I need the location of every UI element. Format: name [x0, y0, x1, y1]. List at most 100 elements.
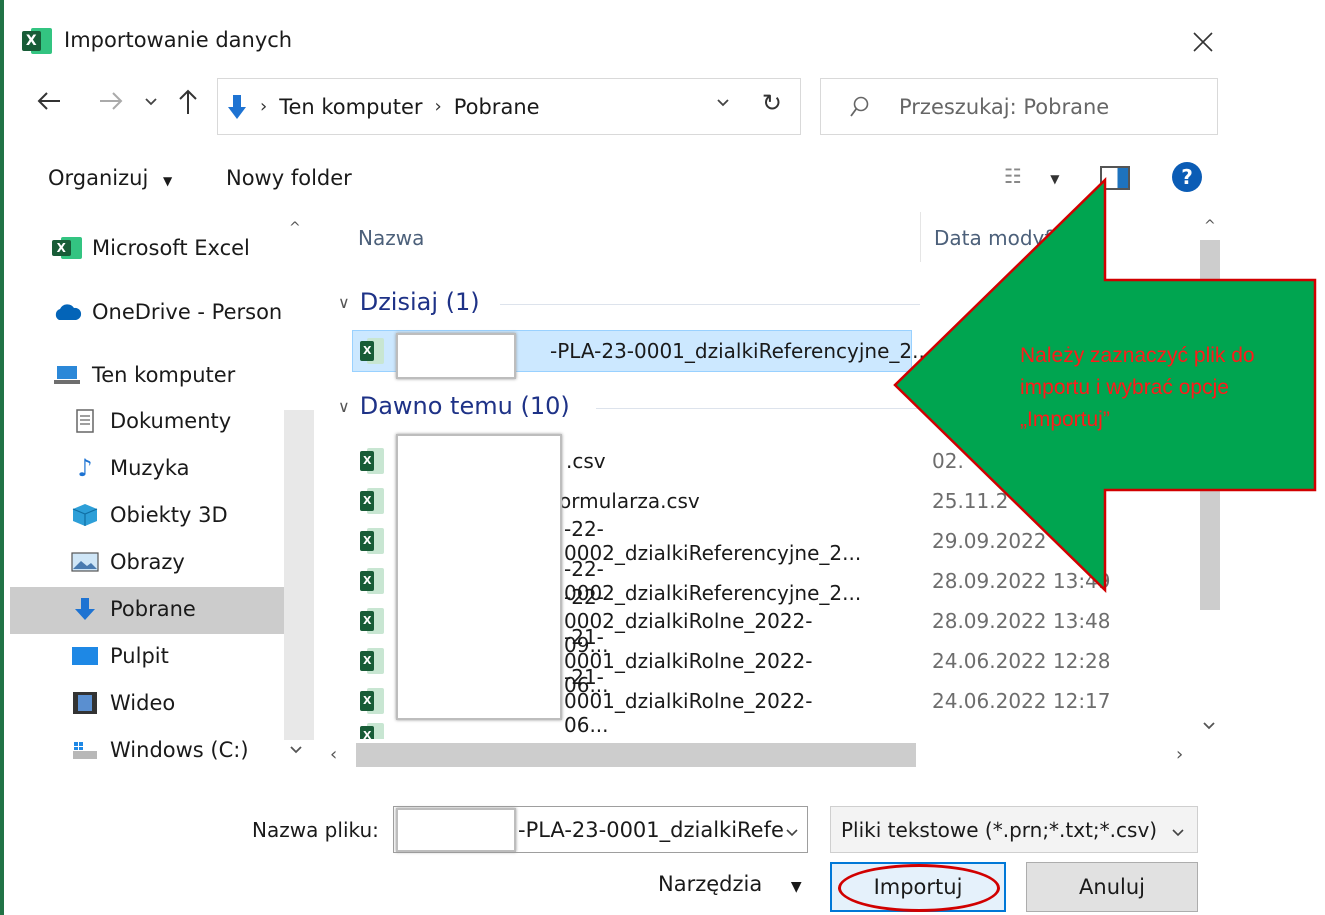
csv-file-icon: X: [360, 338, 384, 364]
group-divider: [500, 304, 920, 305]
file-row[interactable]: X -22-0002_dzialkiReferencyjne_2...: [360, 517, 861, 565]
breadcrumb-item[interactable]: Pobrane: [454, 95, 540, 119]
sidebar-item-label: Microsoft Excel: [92, 236, 250, 260]
organize-button[interactable]: Organizuj ▼: [48, 166, 172, 190]
filetype-value: Pliki tekstowe (*.prn;*.txt;*.csv): [841, 817, 1158, 842]
sidebar-item-downloads[interactable]: Pobrane: [70, 597, 196, 621]
sidebar-item-onedrive[interactable]: OneDrive - Person: [52, 300, 282, 324]
filetype-select[interactable]: Pliki tekstowe (*.prn;*.txt;*.csv): [830, 806, 1198, 853]
csv-file-icon: X: [360, 648, 384, 674]
close-button[interactable]: [1180, 22, 1226, 62]
filename-value: -PLA-23-0001_dzialkiRefe: [518, 817, 784, 842]
csv-file-icon: X: [360, 608, 384, 634]
search-input[interactable]: Przeszukaj: Pobrane: [820, 78, 1218, 135]
scroll-right-icon: ›: [1176, 744, 1184, 765]
address-bar[interactable]: › Ten komputer › Pobrane ↻: [217, 78, 801, 135]
group-header-today[interactable]: ∨ Dzisiaj (1): [338, 288, 480, 316]
sidebar-item-label: Pobrane: [110, 597, 196, 621]
sidebar-item-music[interactable]: ♪ Muzyka: [70, 454, 189, 482]
csv-file-icon: X: [360, 488, 384, 514]
sidebar-item-label: Ten komputer: [92, 363, 236, 387]
csv-file-icon: X: [360, 528, 384, 554]
scroll-up-icon: ^: [289, 220, 301, 236]
sidebar-item-label: Pulpit: [110, 644, 169, 668]
new-folder-button[interactable]: Nowy folder: [226, 166, 352, 190]
file-row-partial[interactable]: X: [360, 721, 1200, 739]
excel-icon: X: [22, 28, 52, 54]
refresh-icon[interactable]: ↻: [762, 89, 782, 117]
window-accent-bar: [0, 0, 4, 915]
sidebar-item-documents[interactable]: Dokumenty: [70, 409, 231, 433]
file-row[interactable]: X -22-0002_dzialkiRolne_2022-09...: [360, 585, 813, 657]
sidebar-scroll-thumb[interactable]: [284, 410, 314, 740]
redaction-box: [396, 808, 516, 852]
up-button[interactable]: [176, 88, 200, 123]
caret-down-icon: ▼: [163, 174, 173, 188]
csv-file-icon: X: [360, 688, 384, 714]
import-button[interactable]: Importuj: [830, 862, 1006, 912]
cube-icon: [70, 503, 100, 527]
csv-file-icon: X: [360, 448, 384, 474]
forward-button[interactable]: [98, 88, 124, 121]
file-name: -PLA-23-0001_dzialkiReferencyjne_2...: [550, 339, 932, 363]
tools-button[interactable]: Narzędzia ▼: [658, 872, 802, 896]
help-button[interactable]: ?: [1172, 162, 1202, 192]
group-label: Dzisiaj (1): [359, 288, 480, 316]
close-icon: [1193, 32, 1213, 52]
arrow-up-icon: [179, 89, 197, 114]
sidebar-item-3d-objects[interactable]: Obiekty 3D: [70, 503, 228, 527]
column-header-date[interactable]: Data modyfikacji: [934, 226, 1103, 250]
breadcrumb-separator: ›: [434, 96, 442, 117]
chevron-down-icon: ∨: [338, 396, 350, 416]
chevron-down-icon: [145, 98, 157, 106]
sidebar-item-label: Wideo: [110, 691, 176, 715]
file-date: 24.06.2022 12:28: [932, 649, 1111, 673]
file-row[interactable]: X -21-0001_dzialkiRolne_2022-06...: [360, 625, 813, 697]
address-dropdown-icon[interactable]: [716, 95, 730, 114]
file-date: 28.09.2022 13:49: [932, 569, 1111, 593]
horizontal-scroll-thumb[interactable]: [356, 743, 916, 767]
caret-down-icon: ▼: [790, 879, 802, 895]
recent-locations-button[interactable]: [144, 94, 158, 113]
file-row[interactable]: X .csv: [360, 441, 606, 481]
download-icon: [70, 597, 100, 621]
preview-pane-icon[interactable]: [1100, 166, 1130, 190]
sidebar-item-pictures[interactable]: Obrazy: [70, 550, 185, 574]
search-icon: [849, 96, 869, 118]
sidebar-item-label: Obiekty 3D: [110, 503, 228, 527]
view-options-button[interactable]: ☷ ▼: [1004, 164, 1060, 188]
group-header-long-ago[interactable]: ∨ Dawno temu (10): [338, 392, 570, 420]
file-row[interactable]: X -21-0001_dzialkiRolne_2022-06...: [360, 665, 813, 737]
sidebar-item-label: Dokumenty: [110, 409, 232, 433]
desktop-icon: [70, 644, 100, 668]
scroll-left-icon: ‹: [330, 744, 338, 765]
sidebar-item-microsoft-excel[interactable]: X Microsoft Excel: [52, 236, 250, 260]
chevron-down-icon: [1171, 821, 1185, 845]
chevron-down-icon: [785, 821, 799, 845]
sidebar-item-desktop[interactable]: Pulpit: [70, 644, 169, 668]
redaction-box: [396, 434, 562, 720]
scroll-down-icon: [289, 740, 303, 759]
file-date: 24.06.2022 12:17: [932, 689, 1111, 713]
file-row[interactable]: X -22-0002_dzialkiReferencyjne_2...: [360, 557, 861, 605]
sidebar-item-label: Obrazy: [110, 550, 185, 574]
drive-icon: [70, 738, 100, 762]
back-button[interactable]: [36, 88, 62, 121]
sidebar-item-this-pc[interactable]: Ten komputer: [52, 363, 235, 387]
column-divider[interactable]: [920, 212, 921, 262]
organize-label: Organizuj: [48, 166, 149, 190]
breadcrumb-item[interactable]: Ten komputer: [279, 95, 422, 119]
sidebar-item-videos[interactable]: Wideo: [70, 691, 175, 715]
cancel-button[interactable]: Anuluj: [1026, 862, 1198, 912]
arrow-right-icon: [100, 92, 123, 110]
column-header-name[interactable]: Nazwa: [358, 226, 424, 250]
file-date: 29.09.2022: [932, 529, 1047, 553]
scroll-up-icon: ^: [1204, 218, 1216, 234]
file-name: formularza.csv: [552, 489, 700, 513]
file-row[interactable]: X formularza.csv: [360, 481, 700, 521]
filename-label: Nazwa pliku:: [252, 818, 379, 842]
cloud-icon: [52, 300, 82, 324]
arrow-left-icon: [37, 92, 60, 110]
sidebar-item-windows-c[interactable]: Windows (C:): [70, 738, 249, 762]
sidebar-item-label: Windows (C:): [110, 738, 249, 762]
